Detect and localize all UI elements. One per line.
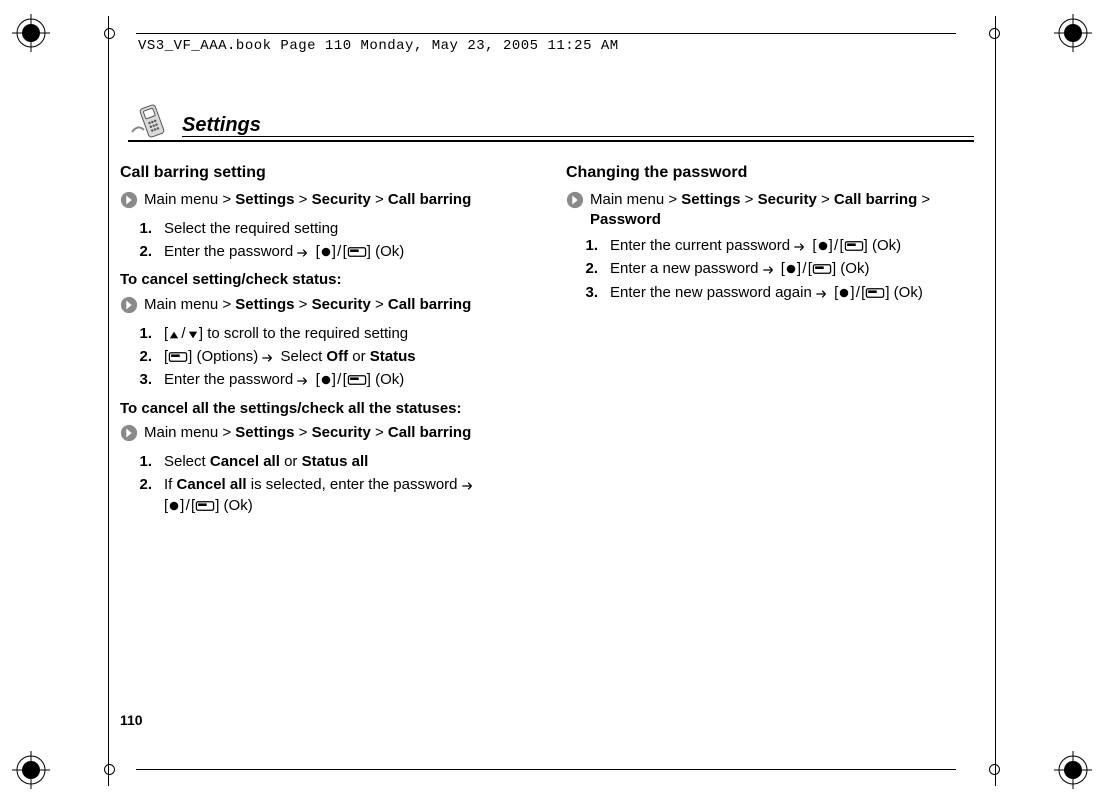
- steps-list: 1. [ / ] to scroll to the required setti…: [132, 324, 534, 391]
- reg-mark-tl: [12, 14, 50, 52]
- down-icon: [187, 330, 199, 340]
- center-key-icon: [838, 287, 850, 299]
- softkey-icon: [195, 500, 215, 512]
- reg-mark-br: [1054, 751, 1092, 789]
- crop-line-left: [108, 16, 109, 786]
- reg-mark-bl: [12, 751, 50, 789]
- steps-list: 1.Select the required setting 2. Enter t…: [132, 219, 534, 263]
- breadcrumb-text: Main menu > Settings > Security > Call b…: [144, 295, 534, 315]
- arrow-right-icon: [794, 242, 808, 252]
- list-item: 3. Enter the new password again [] / [] …: [578, 283, 980, 303]
- left-column: Call barring setting Main menu > Setting…: [120, 158, 534, 524]
- arrow-right-icon: [262, 353, 276, 363]
- softkey-icon: [168, 351, 188, 363]
- nav-arrow-icon: [120, 191, 138, 213]
- breadcrumb-text: Main menu > Settings > Security > Call b…: [144, 190, 534, 210]
- list-item: 2. Enter a new password [] / [] (Ok): [578, 259, 980, 279]
- nav-arrow-icon: [566, 191, 584, 213]
- softkey-icon: [812, 263, 832, 275]
- right-heading: Changing the password: [566, 162, 980, 184]
- list-item: 3. Enter the password [] / [] (Ok): [132, 370, 534, 390]
- section-title: Settings: [182, 114, 261, 137]
- center-key-icon: [320, 246, 332, 258]
- section-rule: [128, 140, 974, 142]
- right-column: Changing the password Main menu > Settin…: [566, 158, 980, 524]
- crop-line-top: [136, 33, 956, 34]
- arrow-right-icon: [297, 248, 311, 258]
- crop-dot: [104, 28, 115, 39]
- center-key-icon: [817, 240, 829, 252]
- breadcrumb: Main menu > Settings > Security > Call b…: [120, 190, 534, 213]
- arrow-right-icon: [462, 481, 476, 491]
- crop-line-right: [995, 16, 996, 786]
- softkey-icon: [865, 287, 885, 299]
- list-item: 2. If Cancel all is selected, enter the …: [132, 475, 534, 516]
- page-number: 110: [120, 712, 143, 728]
- breadcrumb: Main menu > Settings > Security > Call b…: [566, 190, 980, 231]
- center-key-icon: [785, 263, 797, 275]
- list-item: 1.Select the required setting: [132, 219, 534, 239]
- cancel-all-heading: To cancel all the settings/check all the…: [120, 399, 534, 419]
- steps-list: 1. Enter the current password [] / [] (O…: [578, 236, 980, 303]
- breadcrumb-text: Main menu > Settings > Security > Call b…: [590, 190, 980, 231]
- running-header: VS3_VF_AAA.book Page 110 Monday, May 23,…: [138, 38, 619, 54]
- center-key-icon: [320, 374, 332, 386]
- nav-arrow-icon: [120, 296, 138, 318]
- crop-dot: [989, 28, 1000, 39]
- breadcrumb: Main menu > Settings > Security > Call b…: [120, 423, 534, 446]
- list-item: 1. Select Cancel all or Status all: [132, 452, 534, 472]
- breadcrumb-text: Main menu > Settings > Security > Call b…: [144, 423, 534, 443]
- softkey-icon: [844, 240, 864, 252]
- crop-dot: [989, 764, 1000, 775]
- crop-dot: [104, 764, 115, 775]
- nav-arrow-icon: [120, 424, 138, 446]
- center-key-icon: [168, 500, 180, 512]
- up-icon: [168, 330, 180, 340]
- arrow-right-icon: [816, 289, 830, 299]
- steps-list: 1. Select Cancel all or Status all 2. If…: [132, 452, 534, 516]
- arrow-right-icon: [763, 265, 777, 275]
- softkey-icon: [347, 374, 367, 386]
- left-heading: Call barring setting: [120, 162, 534, 184]
- list-item: 2. Enter the password [] / [] (Ok): [132, 242, 534, 262]
- page: VS3_VF_AAA.book Page 110 Monday, May 23,…: [0, 0, 1104, 803]
- list-item: 1. Enter the current password [] / [] (O…: [578, 236, 980, 256]
- list-item: 2. [] (Options) Select Off or Status: [132, 347, 534, 367]
- breadcrumb: Main menu > Settings > Security > Call b…: [120, 295, 534, 318]
- arrow-right-icon: [297, 376, 311, 386]
- phone-icon: [128, 104, 176, 143]
- content-columns: Call barring setting Main menu > Setting…: [120, 158, 980, 524]
- cancel-heading: To cancel setting/check status:: [120, 270, 534, 290]
- section-rule-thin: [182, 136, 974, 137]
- reg-mark-tr: [1054, 14, 1092, 52]
- crop-line-bottom: [136, 769, 956, 770]
- list-item: 1. [ / ] to scroll to the required setti…: [132, 324, 534, 344]
- softkey-icon: [347, 246, 367, 258]
